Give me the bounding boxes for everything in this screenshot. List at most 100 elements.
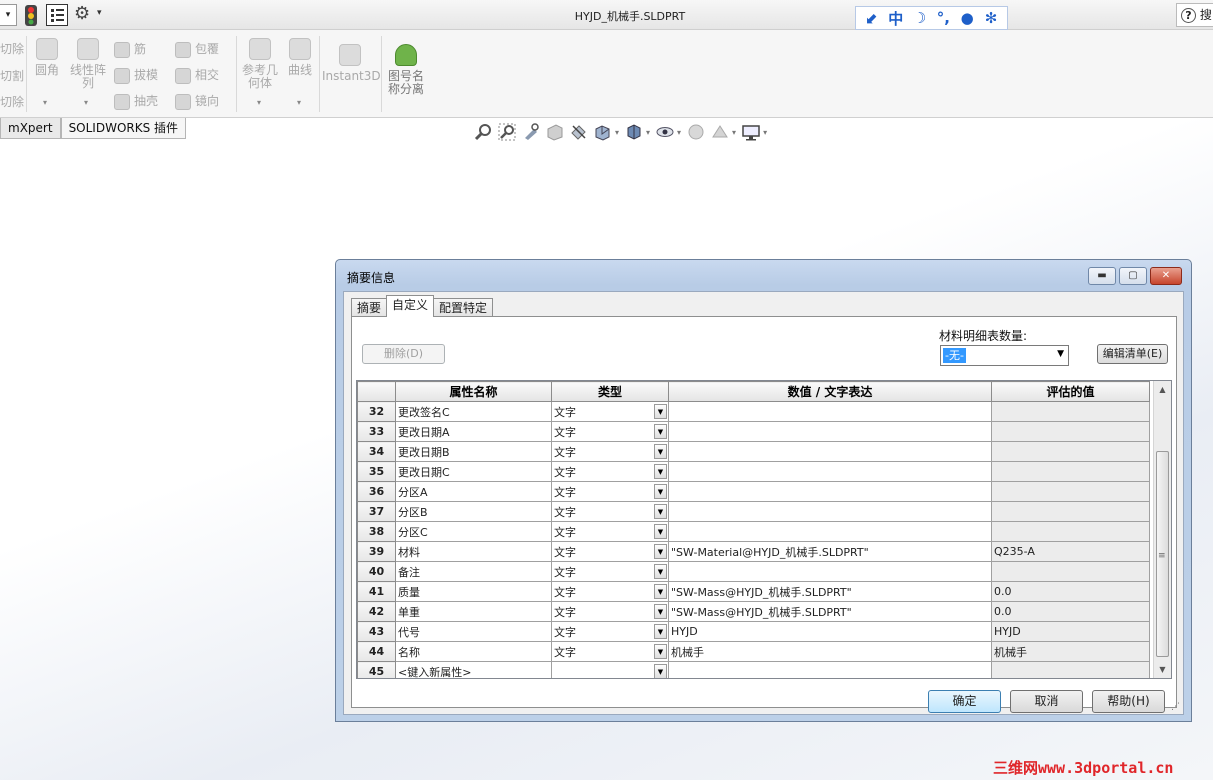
- zoom-to-fit-icon[interactable]: [474, 123, 492, 141]
- edit-appearance-icon[interactable]: [687, 123, 705, 141]
- pattern-dropdown[interactable]: ▾: [84, 98, 88, 107]
- table-row[interactable]: 33 更改日期A 文字 ▼: [357, 421, 1150, 442]
- rebuild-traffic-light-icon[interactable]: [24, 5, 38, 26]
- ime-chinese-mode[interactable]: 中: [887, 8, 905, 29]
- type-dropdown-arrow-icon[interactable]: ▼: [654, 464, 667, 479]
- view-orientation-dropdown[interactable]: ▾: [615, 128, 619, 137]
- value-expression-cell[interactable]: [668, 521, 992, 542]
- view-orientation-icon[interactable]: [594, 123, 612, 141]
- value-expression-cell[interactable]: [668, 561, 992, 582]
- value-expression-cell[interactable]: 机械手: [668, 641, 992, 662]
- type-cell[interactable]: 文字 ▼: [551, 561, 669, 582]
- type-cell[interactable]: 文字 ▼: [551, 601, 669, 622]
- table-row[interactable]: 37 分区B 文字 ▼: [357, 501, 1150, 522]
- type-dropdown-arrow-icon[interactable]: ▼: [654, 544, 667, 559]
- property-name-cell[interactable]: 代号: [395, 621, 552, 642]
- type-cell[interactable]: 文字 ▼: [551, 401, 669, 422]
- scene-dropdown[interactable]: ▾: [732, 128, 736, 137]
- type-dropdown-arrow-icon[interactable]: ▼: [654, 564, 667, 579]
- display-style-dropdown[interactable]: ▾: [646, 128, 650, 137]
- scroll-up-icon[interactable]: ▲: [1154, 381, 1171, 398]
- hide-show-items-icon[interactable]: [656, 123, 674, 141]
- type-cell[interactable]: 文字 ▼: [551, 581, 669, 602]
- type-cell[interactable]: 文字 ▼: [551, 641, 669, 662]
- type-cell[interactable]: 文字 ▼: [551, 481, 669, 502]
- options-dropdown-arrow[interactable]: ▾: [97, 8, 102, 18]
- scroll-down-icon[interactable]: ▼: [1154, 661, 1171, 678]
- delete-button[interactable]: 删除(D): [362, 344, 445, 364]
- value-expression-cell[interactable]: [668, 461, 992, 482]
- bom-quantity-select[interactable]: -无- ▼: [940, 345, 1069, 366]
- cut-revolve-button[interactable]: 切割: [0, 67, 24, 84]
- punctuation-icon[interactable]: °,: [934, 9, 952, 27]
- type-cell[interactable]: ▼: [551, 661, 669, 678]
- hide-show-dropdown[interactable]: ▾: [677, 128, 681, 137]
- apply-scene-icon[interactable]: [711, 123, 729, 141]
- table-row[interactable]: 35 更改日期C 文字 ▼: [357, 461, 1150, 482]
- tab-mxpert[interactable]: mXpert: [0, 118, 61, 139]
- value-expression-cell[interactable]: "SW-Material@HYJD_机械手.SLDPRT": [668, 541, 992, 562]
- cut-extrude-button[interactable]: 切除: [0, 40, 24, 57]
- type-cell[interactable]: 文字 ▼: [551, 621, 669, 642]
- table-row[interactable]: 36 分区A 文字 ▼: [357, 481, 1150, 502]
- value-expression-cell[interactable]: HYJD: [668, 621, 992, 642]
- value-expression-cell[interactable]: "SW-Mass@HYJD_机械手.SLDPRT": [668, 601, 992, 622]
- type-dropdown-arrow-icon[interactable]: ▼: [654, 404, 667, 419]
- property-name-cell[interactable]: 质量: [395, 581, 552, 602]
- type-cell[interactable]: 文字 ▼: [551, 441, 669, 462]
- dynamic-annotation-icon[interactable]: [570, 123, 588, 141]
- table-row[interactable]: 39 材料 文字 ▼ "SW-Material@HYJD_机械手.SLDPRT" Q235…: [357, 541, 1150, 562]
- ime-toolbar[interactable]: ⬋ 中 ☽ °, ● ✻: [855, 6, 1008, 30]
- type-dropdown-arrow-icon[interactable]: ▼: [654, 484, 667, 499]
- property-name-cell[interactable]: 更改日期C: [395, 461, 552, 482]
- grid-vertical-scrollbar[interactable]: ▲ ≡ ▼: [1153, 381, 1171, 678]
- value-expression-cell[interactable]: [668, 501, 992, 522]
- type-dropdown-arrow-icon[interactable]: ▼: [654, 664, 667, 678]
- property-name-cell[interactable]: 分区B: [395, 501, 552, 522]
- property-name-cell[interactable]: 更改日期A: [395, 421, 552, 442]
- value-expression-cell[interactable]: [668, 481, 992, 502]
- type-dropdown-arrow-icon[interactable]: ▼: [654, 504, 667, 519]
- property-name-cell[interactable]: 单重: [395, 601, 552, 622]
- table-row[interactable]: 42 单重 文字 ▼ "SW-Mass@HYJD_机械手.SLDPRT" 0.0: [357, 601, 1150, 622]
- view-settings-dropdown[interactable]: ▾: [763, 128, 767, 137]
- file-properties-icon[interactable]: [46, 4, 68, 26]
- value-expression-cell[interactable]: "SW-Mass@HYJD_机械手.SLDPRT": [668, 581, 992, 602]
- type-cell[interactable]: 文字 ▼: [551, 521, 669, 542]
- type-cell[interactable]: 文字 ▼: [551, 501, 669, 522]
- linear-pattern-button[interactable]: 线性阵列: [68, 38, 108, 90]
- edit-list-button[interactable]: 编辑清单(E): [1097, 344, 1168, 364]
- value-expression-cell[interactable]: [668, 441, 992, 462]
- type-cell[interactable]: 文字 ▼: [551, 421, 669, 442]
- property-name-cell[interactable]: 更改日期B: [395, 441, 552, 462]
- quick-access-dropdown[interactable]: ▾: [0, 4, 17, 26]
- drawing-name-split-button[interactable]: 图号名 称分离: [386, 44, 426, 96]
- close-button[interactable]: ✕: [1150, 267, 1182, 285]
- property-name-cell[interactable]: 更改签名C: [395, 401, 552, 422]
- reference-geometry-button[interactable]: 参考几 何体: [240, 38, 280, 90]
- table-row[interactable]: 32 更改签名C 文字 ▼: [357, 401, 1150, 422]
- tab-summary[interactable]: 摘要: [351, 298, 388, 317]
- tab-configuration-specific[interactable]: 配置特定: [433, 298, 494, 317]
- cut-sweep-button[interactable]: 切除: [0, 93, 24, 110]
- type-dropdown-arrow-icon[interactable]: ▼: [654, 604, 667, 619]
- value-expression-cell[interactable]: [668, 661, 992, 678]
- user-icon[interactable]: ●: [958, 9, 976, 27]
- moon-icon[interactable]: ☽: [911, 9, 929, 27]
- resize-grip-icon[interactable]: ⋰: [1171, 702, 1181, 712]
- display-style-icon[interactable]: [625, 123, 643, 141]
- reference-geometry-dropdown[interactable]: ▾: [257, 98, 261, 107]
- cancel-button[interactable]: 取消: [1010, 690, 1083, 713]
- help-search[interactable]: ? 搜: [1176, 3, 1213, 27]
- options-gear-icon[interactable]: ⚙: [74, 4, 90, 24]
- property-name-cell[interactable]: 分区A: [395, 481, 552, 502]
- table-row[interactable]: 34 更改日期B 文字 ▼: [357, 441, 1150, 462]
- table-row[interactable]: 40 备注 文字 ▼: [357, 561, 1150, 582]
- intersect-button[interactable]: 相交: [175, 66, 219, 84]
- ime-switch-icon[interactable]: ⬋: [863, 9, 881, 27]
- type-dropdown-arrow-icon[interactable]: ▼: [654, 624, 667, 639]
- settings-icon[interactable]: ✻: [982, 9, 1000, 27]
- property-name-cell[interactable]: 材料: [395, 541, 552, 562]
- ok-button[interactable]: 确定: [928, 690, 1001, 713]
- type-dropdown-arrow-icon[interactable]: ▼: [654, 524, 667, 539]
